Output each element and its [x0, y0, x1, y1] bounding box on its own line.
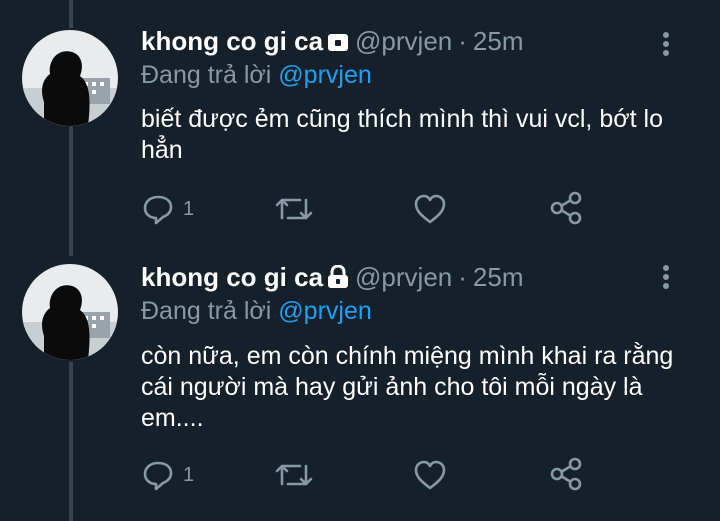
- replying-to: Đang trả lời @prvjen: [141, 60, 372, 90]
- like-icon: [414, 460, 446, 490]
- display-name[interactable]: khong co gi ca: [141, 262, 323, 292]
- retweet-button[interactable]: [274, 458, 314, 492]
- reply-button[interactable]: 1: [141, 192, 194, 226]
- reply-button[interactable]: 1: [141, 458, 194, 492]
- separator-dot: ·: [458, 262, 467, 292]
- retweet-icon: [275, 198, 313, 220]
- avatar-image: [22, 264, 118, 360]
- tweet-text: còn nữa, em còn chính miệng mình khai ra…: [141, 342, 674, 432]
- like-button[interactable]: [412, 192, 448, 226]
- handle[interactable]: @prvjen: [355, 262, 452, 292]
- separator-dot: ·: [458, 26, 467, 56]
- tweet[interactable]: khong co gi ca @prvjen · 25m Đang trả lời @…: [0, 0, 720, 256]
- lock-icon: [327, 264, 349, 295]
- timestamp[interactable]: 25m: [473, 262, 524, 292]
- tweet-text: biết được ẻm cũng thích mình thì vui vcl…: [141, 105, 663, 164]
- reply-mention-link[interactable]: @prvjen: [278, 297, 371, 325]
- reply-mention-link[interactable]: @prvjen: [278, 61, 371, 89]
- tweet-header: khong co gi ca @prvjen · 25m: [141, 26, 650, 59]
- share-button[interactable]: [548, 190, 584, 226]
- share-button[interactable]: [548, 456, 584, 492]
- avatar[interactable]: [22, 264, 118, 360]
- replying-prefix: Đang trả lời: [141, 61, 272, 89]
- reply-count: 1: [183, 197, 195, 220]
- display-name[interactable]: khong co gi ca: [141, 26, 323, 56]
- reply-count: 1: [183, 463, 195, 486]
- replying-to: Đang trả lời @prvjen: [141, 296, 372, 326]
- replying-prefix: Đang trả lời: [141, 297, 272, 325]
- like-icon: [414, 194, 446, 224]
- share-icon: [550, 457, 582, 491]
- handle[interactable]: @prvjen: [355, 26, 452, 56]
- more-vertical-icon[interactable]: [656, 32, 676, 56]
- thread-line: [69, 362, 73, 521]
- more-vertical-icon[interactable]: [656, 265, 676, 289]
- like-button[interactable]: [412, 458, 448, 492]
- tweet-header: khong co gi ca @prvjen · 25m: [141, 262, 650, 295]
- avatar-image: [22, 30, 118, 126]
- share-icon: [550, 191, 582, 225]
- reply-icon: [143, 461, 173, 491]
- avatar[interactable]: [22, 30, 118, 126]
- timestamp[interactable]: 25m: [473, 26, 524, 56]
- lock-icon: [327, 29, 349, 59]
- retweet-icon: [275, 464, 313, 486]
- reply-icon: [143, 195, 173, 225]
- retweet-button[interactable]: [274, 192, 314, 226]
